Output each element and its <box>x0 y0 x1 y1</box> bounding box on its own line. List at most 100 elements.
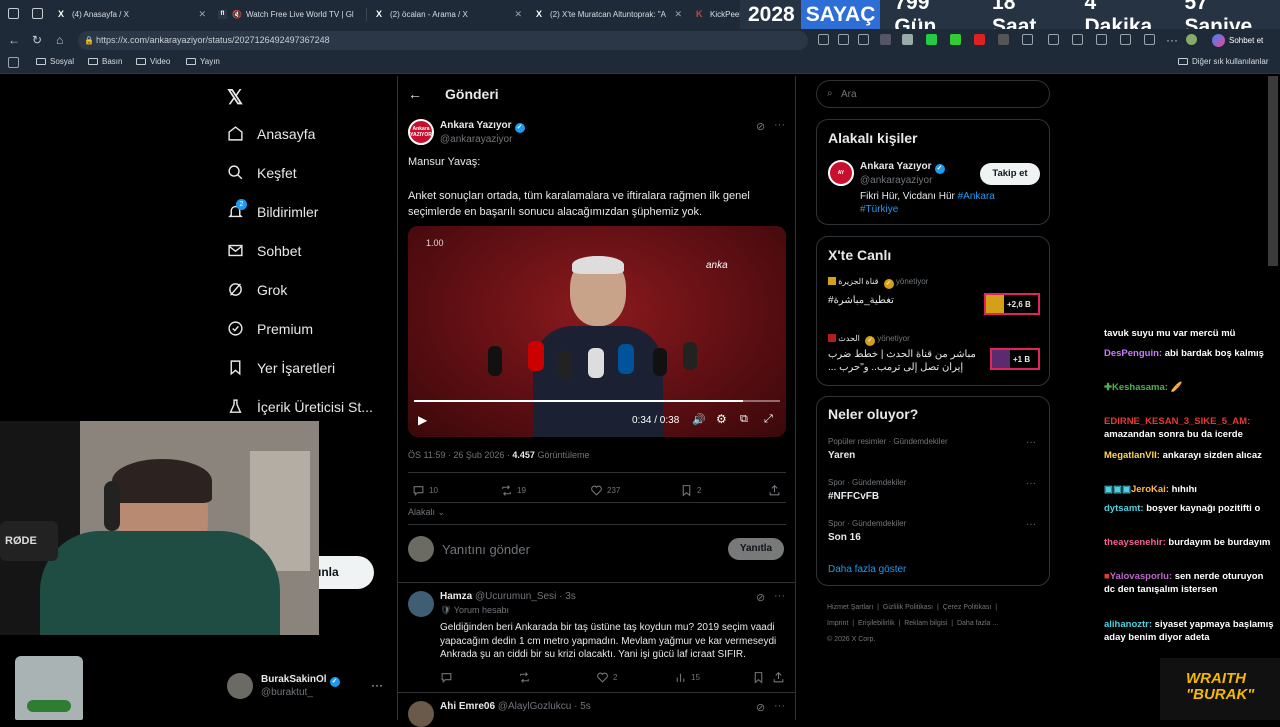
bookmark-action[interactable]: 2 <box>680 484 701 497</box>
x-logo-icon[interactable]: 𝕏 <box>227 85 243 110</box>
repost-action[interactable]: 19 <box>500 484 526 497</box>
reply-item[interactable]: Ahi Emre06 @AlaylGozlukcu · 5s ⊘ ··· <box>398 693 795 727</box>
browser-essentials-icon[interactable] <box>1120 34 1131 45</box>
more-icon[interactable]: ··· <box>371 678 383 692</box>
nav-bookmarks[interactable]: Yer İşaretleri <box>227 359 335 376</box>
tab-groups-icon[interactable] <box>32 8 43 19</box>
extension-icon[interactable] <box>926 34 937 45</box>
like-action[interactable]: 2 <box>596 671 617 684</box>
reply-action[interactable]: 10 <box>412 484 438 497</box>
favorites-icon[interactable] <box>1072 34 1083 45</box>
bookmark-video[interactable]: Video <box>136 57 170 66</box>
close-tab-icon[interactable]: ✕ <box>198 9 206 20</box>
copilot-chat-button[interactable]: Sohbet et <box>1212 31 1263 50</box>
trend-item[interactable]: Spor · Gündemdekiler #NFFCvFB ··· <box>828 478 1040 514</box>
nav-notifications[interactable]: Bildirimler 2 <box>227 199 318 220</box>
more-icon[interactable]: ··· <box>774 119 785 131</box>
nav-creator-studio[interactable]: İçerik Üreticisi St... <box>227 398 373 415</box>
refresh-icon[interactable]: ↻ <box>32 33 42 47</box>
live-item[interactable]: الحدث ✓ yönetiyor مباشر من قناة الحدث | … <box>828 334 1040 379</box>
author-handle[interactable]: @ankarayaziyor <box>440 134 512 145</box>
extensions-icon[interactable] <box>1022 34 1033 45</box>
profile-avatar[interactable] <box>1186 34 1197 45</box>
footer-link[interactable]: Imprint <box>827 620 848 627</box>
sort-dropdown[interactable]: Alakalı ⌄ <box>408 507 445 518</box>
extension-icon[interactable] <box>880 34 891 45</box>
close-tab-icon[interactable]: ✕ <box>514 9 522 20</box>
footer-link[interactable]: Hizmet Şartları <box>827 604 873 611</box>
extension-icon[interactable] <box>998 34 1009 45</box>
bookmark-yayin[interactable]: Yayın <box>186 57 220 66</box>
tab-worldtv[interactable]: fl 🔇 Watch Free Live World TV | Gl <box>212 4 366 25</box>
settings-icon[interactable]: ⚙ <box>716 412 727 426</box>
author-avatar[interactable]: Ankara YAZIYOR <box>408 119 434 145</box>
related-avatar[interactable]: AY <box>828 160 854 186</box>
back-arrow-icon[interactable]: ← <box>408 86 422 102</box>
play-icon[interactable]: ▶ <box>418 413 427 427</box>
reply-author[interactable]: Ahi Emre06 <box>440 701 495 712</box>
extension-icon[interactable] <box>974 34 985 45</box>
back-icon[interactable]: ← <box>8 33 20 47</box>
extension-icon[interactable] <box>950 34 961 45</box>
nav-explore[interactable]: Keşfet <box>227 164 297 181</box>
share-action[interactable] <box>768 484 785 497</box>
repost-action[interactable] <box>518 671 535 684</box>
grok-icon[interactable]: ⊘ <box>756 701 765 714</box>
tab-ocalan[interactable]: X (2) öcalan - Arama / X ✕ <box>370 4 528 25</box>
tab-anasayfa[interactable]: X (4) Anasayfa / X ✕ <box>52 4 212 25</box>
more-icon[interactable]: ··· <box>1026 519 1036 530</box>
bookmark-sosyal[interactable]: Sosyal <box>36 57 74 66</box>
nav-messages[interactable]: Sohbet <box>227 242 301 259</box>
bookmark-action[interactable] <box>752 671 769 684</box>
reading-list-icon[interactable] <box>8 57 19 68</box>
account-switcher[interactable]: BurakSakinOl ✓ @buraktut_ ··· <box>227 672 387 700</box>
reply-item[interactable]: Hamza @Ucurumun_Sesi · 3s 🛡 Yorum hesabı… <box>398 583 795 690</box>
related-name[interactable]: Ankara Yazıyor <box>860 161 932 172</box>
footer-link[interactable]: Erişilebilirlik <box>858 620 895 627</box>
video-progress-track[interactable] <box>414 400 780 402</box>
reply-author[interactable]: Hamza <box>440 591 472 602</box>
favorite-star-icon[interactable] <box>858 34 869 45</box>
collections-icon[interactable] <box>1096 34 1107 45</box>
grok-icon[interactable]: ⊘ <box>756 120 765 133</box>
url-field[interactable]: 🔒 https://x.com/ankarayaziyor/status/202… <box>78 31 808 50</box>
bookmark-other[interactable]: Diğer sık kullanılanlar <box>1178 57 1268 66</box>
more-icon[interactable]: ··· <box>774 590 785 602</box>
more-icon[interactable]: ··· <box>774 700 785 712</box>
close-tab-icon[interactable]: ✕ <box>674 9 682 20</box>
footer-link[interactable]: Gizlilik Politikası <box>883 604 933 611</box>
views-action[interactable]: 15 <box>674 671 700 684</box>
reader-icon[interactable] <box>818 34 829 45</box>
popout-icon[interactable]: ⧉ <box>740 413 748 426</box>
tab-actions-icon[interactable] <box>8 8 19 19</box>
read-aloud-icon[interactable] <box>838 34 849 45</box>
split-screen-icon[interactable] <box>1048 34 1059 45</box>
tab-muratcan[interactable]: X (2) X'te Muratcan Altuntoprak: "A ✕ <box>530 4 688 25</box>
more-icon[interactable]: ··· <box>1026 437 1036 448</box>
grok-icon[interactable]: ⊘ <box>756 591 765 604</box>
nav-grok[interactable]: Grok <box>227 281 287 298</box>
like-action[interactable]: 237 <box>590 484 620 497</box>
volume-icon[interactable]: 🔊 <box>692 413 706 426</box>
extension-icon[interactable] <box>902 34 913 45</box>
search-input[interactable]: ⌕ Ara <box>816 80 1050 108</box>
reply-button[interactable]: Yanıtla <box>728 538 784 560</box>
performance-icon[interactable] <box>1144 34 1155 45</box>
footer-link[interactable]: Reklam bilgisi <box>904 620 947 627</box>
hashtag-link[interactable]: #Türkiye <box>860 204 898 215</box>
nav-home[interactable]: Anasayfa <box>227 125 315 142</box>
reply-action[interactable] <box>440 671 457 684</box>
scrollbar[interactable] <box>1268 76 1278 266</box>
trend-item[interactable]: Popüler resimler · Gündemdekiler Yaren ·… <box>828 437 1040 473</box>
more-icon[interactable]: ··· <box>1026 478 1036 489</box>
nav-premium[interactable]: Premium <box>227 320 313 337</box>
footer-link[interactable]: Çerez Politikası <box>943 604 992 611</box>
show-more-link[interactable]: Daha fazla göster <box>828 564 906 575</box>
footer-link[interactable]: Daha fazla ... <box>957 620 998 627</box>
hashtag-link[interactable]: #Ankara <box>958 191 995 202</box>
more-menu-icon[interactable]: ··· <box>1166 33 1178 47</box>
video-player[interactable]: 1.00 anka ▶ 0:34 / 0:38 🔊 ⚙ ⧉ ⤢ <box>408 226 786 437</box>
home-icon[interactable]: ⌂ <box>56 33 63 47</box>
live-item[interactable]: قناة الجزيرة ✓ yönetiyor #تغطية_مباشرة +… <box>828 277 1040 322</box>
fullscreen-icon[interactable]: ⤢ <box>764 413 773 426</box>
